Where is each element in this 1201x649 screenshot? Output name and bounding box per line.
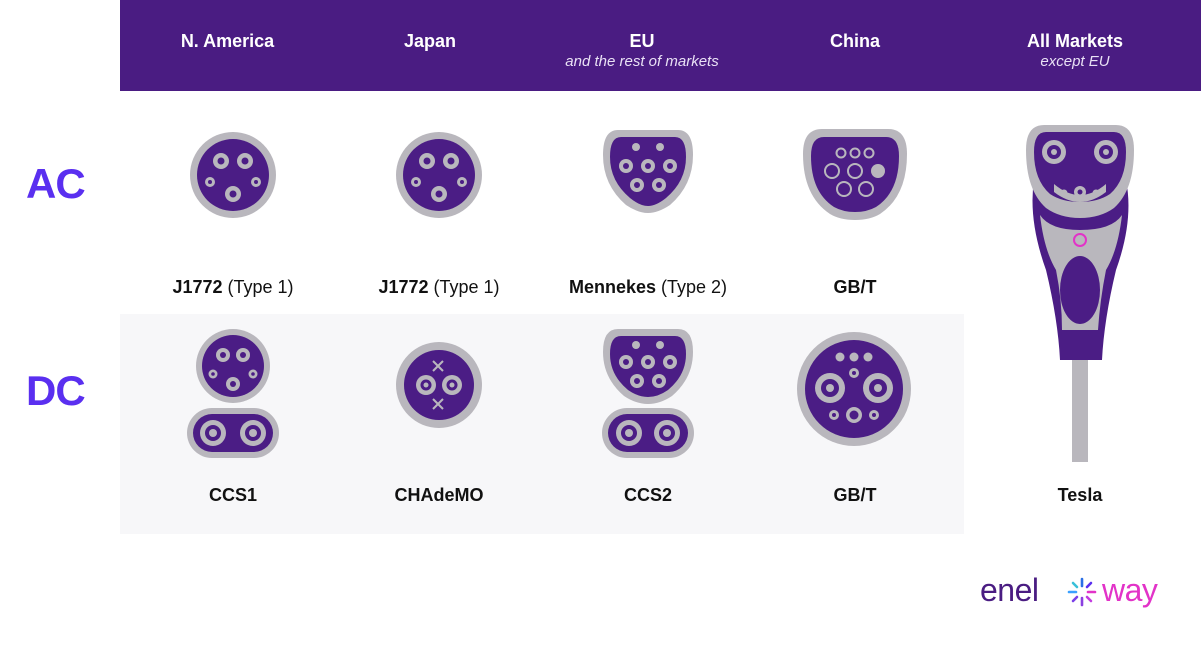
plug-label-ccs1: CCS1 (208, 485, 257, 505)
column-header-eu: EU and the rest of markets (565, 31, 719, 70)
plug-label-mennekes: Mennekes (Type 2) (568, 277, 728, 297)
tesla-connector-icon (1026, 125, 1134, 462)
row-label-ac: AC (26, 160, 86, 207)
plug-label-tesla: Tesla (1057, 485, 1103, 505)
plug-label-ccs2: CCS2 (623, 485, 672, 505)
market-header: N. America Japan EU and the rest of mark… (120, 0, 1201, 91)
column-header-japan: Japan (403, 31, 457, 51)
gbt-ac-plug-icon (803, 129, 907, 220)
plug-label-chademo: CHAdeMO (394, 485, 484, 505)
column-header-all-markets: All Markets except EU (1026, 31, 1124, 70)
enel-way-logo: enel way (980, 570, 1180, 616)
plug-label-j1772-na: J1772 (Type 1) (172, 277, 294, 297)
plug-label-j1772-japan: J1772 (Type 1) (378, 277, 500, 297)
plug-label-gbt-ac: GB/T (833, 277, 877, 297)
plug-label-gbt-dc: GB/T (833, 485, 877, 505)
j1772-plug-icon (190, 132, 276, 218)
ccs2-plug-icon (602, 329, 694, 458)
logo-text-way: way (1102, 572, 1158, 608)
column-header-n-america: N. America (180, 31, 275, 51)
mennekes-plug-icon (603, 130, 693, 213)
logo-text-enel: enel (980, 572, 1039, 608)
chademo-plug-icon (396, 342, 482, 428)
gbt-dc-plug-icon (797, 332, 911, 446)
starburst-icon (1067, 577, 1097, 607)
ccs1-plug-icon (187, 329, 279, 458)
j1772-plug-icon (396, 132, 482, 218)
column-header-china: China (829, 31, 880, 51)
row-label-dc: DC (26, 367, 86, 414)
